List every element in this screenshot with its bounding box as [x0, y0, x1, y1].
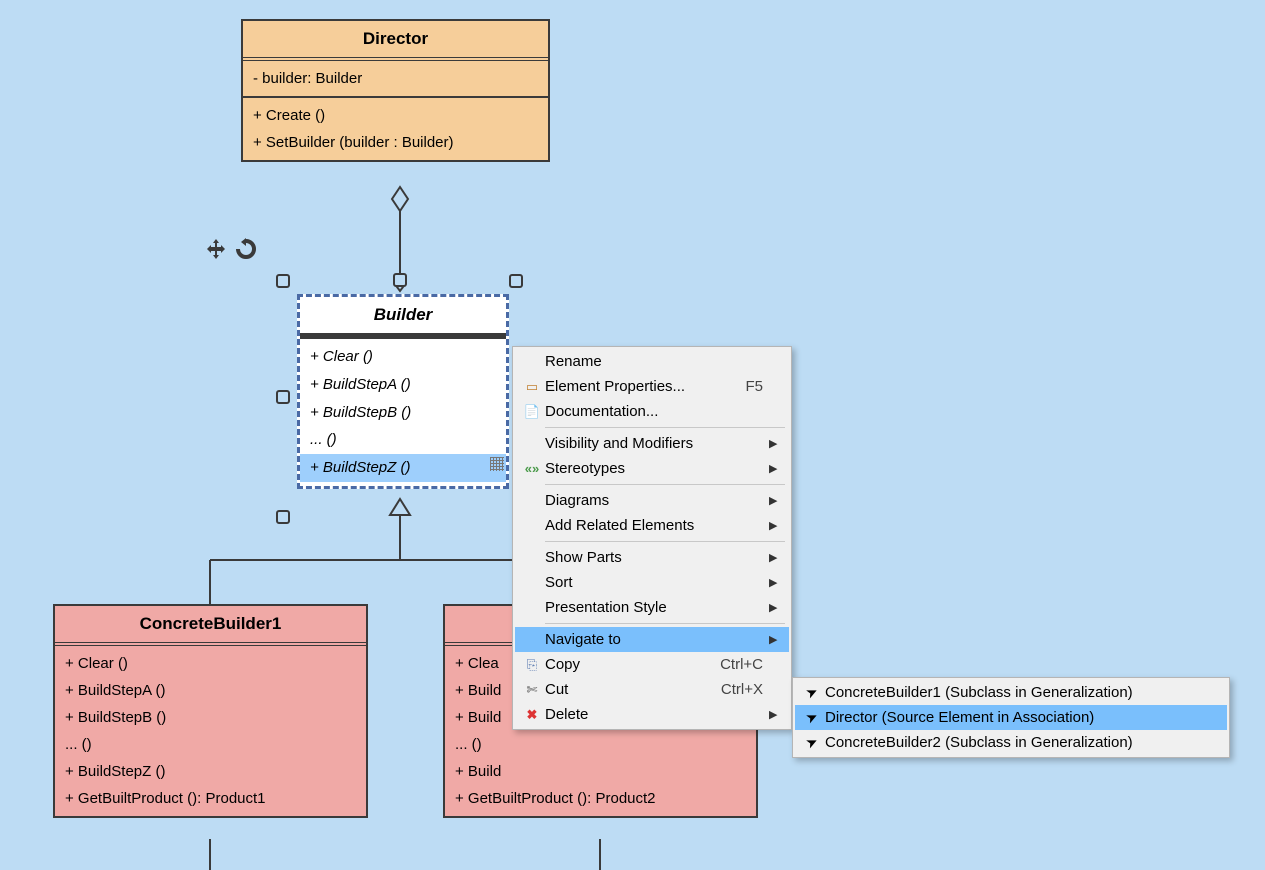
- operation-row[interactable]: + SetBuilder (builder : Builder): [253, 129, 538, 156]
- submenu-arrow-icon: ▶: [769, 462, 781, 475]
- menu-item-visibility-and-modifiers[interactable]: Visibility and Modifiers ▶: [515, 431, 789, 456]
- context-menu: Rename▭Element Properties...F5📄Documenta…: [512, 346, 792, 730]
- submenu-item[interactable]: ➤Director (Source Element in Association…: [795, 705, 1227, 730]
- submenu-arrow-icon: ▶: [769, 576, 781, 589]
- move-icon[interactable]: [205, 238, 227, 260]
- doc-icon: 📄: [519, 404, 545, 420]
- menu-item-copy[interactable]: ⎘CopyCtrl+C: [515, 652, 789, 677]
- operation-row[interactable]: ... (): [455, 731, 746, 758]
- grip-icon[interactable]: [490, 457, 504, 471]
- operation-row[interactable]: + Clear (): [310, 348, 373, 365]
- menu-label: Add Related Elements: [545, 517, 763, 534]
- submenu-label: ConcreteBuilder1 (Subclass in Generaliza…: [825, 684, 1219, 701]
- operations-section: + Clear () + BuildStepA () + BuildStepB …: [300, 339, 506, 486]
- submenu-label: ConcreteBuilder2 (Subclass in Generaliza…: [825, 734, 1219, 751]
- menu-item-navigate-to[interactable]: Navigate to ▶: [515, 627, 789, 652]
- cursor-icon: ➤: [799, 734, 825, 751]
- menu-item-presentation-style[interactable]: Presentation Style ▶: [515, 595, 789, 620]
- menu-label: Presentation Style: [545, 599, 763, 616]
- menu-label: Diagrams: [545, 492, 763, 509]
- operation-row[interactable]: + GetBuiltProduct (): Product1: [65, 785, 356, 812]
- menu-label: Documentation...: [545, 403, 763, 420]
- menu-separator: [545, 623, 785, 624]
- submenu-arrow-icon: ▶: [769, 708, 781, 721]
- menu-label: Stereotypes: [545, 460, 763, 477]
- submenu-arrow-icon: ▶: [769, 551, 781, 564]
- operation-row-selected[interactable]: + BuildStepZ (): [300, 454, 506, 482]
- menu-label: Rename: [545, 353, 763, 370]
- cursor-icon: ➤: [799, 684, 825, 701]
- selection-handle[interactable]: [276, 390, 290, 404]
- menu-item-documentation[interactable]: 📄Documentation...: [515, 399, 789, 424]
- menu-separator: [545, 484, 785, 485]
- operations-section: + Create () + SetBuilder (builder : Buil…: [243, 98, 548, 160]
- cut-icon: ✄: [519, 682, 545, 698]
- submenu-arrow-icon: ▶: [769, 494, 781, 507]
- menu-label: Visibility and Modifiers: [545, 435, 763, 452]
- menu-item-show-parts[interactable]: Show Parts ▶: [515, 545, 789, 570]
- del-icon: ✖: [519, 707, 545, 723]
- navigate-submenu: ➤ConcreteBuilder1 (Subclass in Generaliz…: [792, 677, 1230, 758]
- menu-item-add-related-elements[interactable]: Add Related Elements ▶: [515, 513, 789, 538]
- move-rotate-toolbar: [205, 238, 257, 260]
- class-title: Director: [243, 21, 548, 61]
- menu-item-stereotypes[interactable]: «»Stereotypes ▶: [515, 456, 789, 481]
- operation-row[interactable]: + Build: [455, 758, 746, 785]
- operation-row[interactable]: ... (): [310, 431, 337, 448]
- submenu-arrow-icon: ▶: [769, 633, 781, 646]
- operation-row[interactable]: + BuildStepA (): [65, 677, 356, 704]
- menu-label: Navigate to: [545, 631, 763, 648]
- operation-row[interactable]: + GetBuiltProduct (): Product2: [455, 785, 746, 812]
- class-builder[interactable]: Builder + Clear () + BuildStepA () + Bui…: [297, 294, 509, 489]
- operation-row[interactable]: + BuildStepB (): [310, 404, 411, 421]
- operation-row[interactable]: + Create (): [253, 102, 538, 129]
- menu-label: Copy: [545, 656, 720, 673]
- submenu-item[interactable]: ➤ConcreteBuilder2 (Subclass in Generaliz…: [795, 730, 1227, 755]
- operation-row[interactable]: + BuildStepZ (): [65, 758, 356, 785]
- attribute-row[interactable]: - builder: Builder: [253, 65, 538, 92]
- class-director[interactable]: Director - builder: Builder + Create () …: [241, 19, 550, 162]
- menu-item-element-properties[interactable]: ▭Element Properties...F5: [515, 374, 789, 399]
- menu-item-diagrams[interactable]: Diagrams ▶: [515, 488, 789, 513]
- operation-row[interactable]: ... (): [65, 731, 356, 758]
- operation-label: + BuildStepZ (): [310, 459, 410, 476]
- class-title: ConcreteBuilder1: [55, 606, 366, 646]
- class-concretebuilder1[interactable]: ConcreteBuilder1 + Clear () + BuildStepA…: [53, 604, 368, 818]
- props-icon: ▭: [519, 379, 545, 395]
- menu-label: Element Properties...: [545, 378, 745, 395]
- menu-shortcut: F5: [745, 378, 769, 395]
- selection-handle[interactable]: [276, 274, 290, 288]
- operations-section: + Clear () + BuildStepA () + BuildStepB …: [55, 646, 366, 816]
- selection-handle[interactable]: [509, 274, 523, 288]
- menu-separator: [545, 427, 785, 428]
- operation-row[interactable]: + BuildStepA (): [310, 376, 411, 393]
- menu-label: Sort: [545, 574, 763, 591]
- operation-row[interactable]: + BuildStepB (): [65, 704, 356, 731]
- menu-shortcut: Ctrl+C: [720, 656, 769, 673]
- submenu-item[interactable]: ➤ConcreteBuilder1 (Subclass in Generaliz…: [795, 680, 1227, 705]
- attributes-section: - builder: Builder: [243, 61, 548, 98]
- submenu-label: Director (Source Element in Association): [825, 709, 1219, 726]
- menu-label: Show Parts: [545, 549, 763, 566]
- selection-handle[interactable]: [393, 273, 407, 287]
- menu-item-delete[interactable]: ✖Delete ▶: [515, 702, 789, 727]
- operation-row[interactable]: + Clear (): [65, 650, 356, 677]
- rotate-icon[interactable]: [235, 238, 257, 260]
- submenu-arrow-icon: ▶: [769, 519, 781, 532]
- cursor-icon: ➤: [799, 709, 825, 726]
- copy-icon: ⎘: [519, 657, 545, 673]
- stereo-icon: «»: [519, 461, 545, 476]
- submenu-arrow-icon: ▶: [769, 601, 781, 614]
- menu-item-sort[interactable]: Sort ▶: [515, 570, 789, 595]
- selection-handle[interactable]: [276, 510, 290, 524]
- menu-label: Cut: [545, 681, 721, 698]
- menu-item-cut[interactable]: ✄CutCtrl+X: [515, 677, 789, 702]
- menu-label: Delete: [545, 706, 763, 723]
- class-title: Builder: [300, 297, 506, 339]
- menu-shortcut: Ctrl+X: [721, 681, 769, 698]
- submenu-arrow-icon: ▶: [769, 437, 781, 450]
- menu-item-rename[interactable]: Rename: [515, 349, 789, 374]
- menu-separator: [545, 541, 785, 542]
